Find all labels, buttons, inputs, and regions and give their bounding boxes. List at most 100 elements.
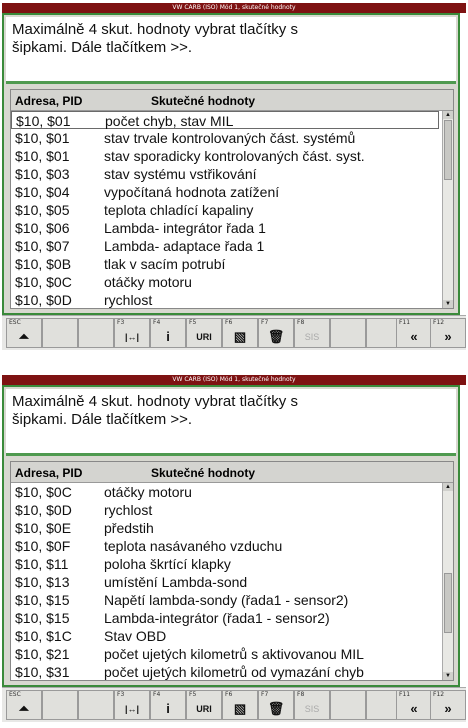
f7-delete-button[interactable]: F7 🗑	[258, 690, 294, 720]
fkey-label: F3	[117, 319, 125, 326]
row-value-name: stav sporadicky kontrolovaných část. sys…	[104, 148, 365, 164]
scroll-thumb[interactable]	[444, 573, 452, 633]
f3-range-button[interactable]: F3 |↔|	[114, 318, 150, 348]
f11-back-button[interactable]: F11 «	[396, 318, 432, 348]
table-row[interactable]: $10, $0B tlak v sacím potrubí	[11, 255, 439, 273]
f7-delete-icon: 🗑	[267, 701, 285, 716]
f4-info-button[interactable]: F4 i	[150, 690, 186, 720]
table-row[interactable]: $10, $0F teplota nasávaného vzduchu	[11, 537, 439, 555]
header-values: Skutečné hodnoty	[151, 466, 256, 480]
f3-range-icon: |↔|	[124, 704, 140, 714]
table-row[interactable]: $10, $07 Lambda- adaptace řada 1	[11, 237, 439, 255]
header-address: Adresa, PID	[15, 94, 83, 108]
f4-info-button[interactable]: F4 i	[150, 318, 186, 348]
header-values: Skutečné hodnoty	[151, 94, 256, 108]
f7-delete-icon: 🗑	[267, 329, 285, 344]
esc-up-button[interactable]: ESC ⏶	[6, 318, 42, 348]
fkey-label: F6	[225, 691, 233, 698]
f8-sis-button[interactable]: F8 SIS	[294, 318, 330, 348]
f12-forward-button[interactable]: F12 »	[430, 690, 466, 720]
table-row[interactable]: $10, $0D rychlost	[11, 291, 439, 308]
blank-3-button[interactable]	[330, 690, 366, 720]
vertical-scrollbar[interactable]: ▲ ▼	[442, 111, 453, 308]
vertical-scrollbar[interactable]: ▲ ▼	[442, 483, 453, 680]
row-address: $10, $0D	[15, 502, 72, 518]
blank-2-button[interactable]	[78, 318, 114, 348]
f3-range-button[interactable]: F3 |↔|	[114, 690, 150, 720]
message-line-2: šipkami. Dále tlačítkem >>.	[12, 39, 193, 56]
row-address: $10, $07	[15, 238, 70, 254]
f3-range-icon: |↔|	[124, 332, 140, 342]
table-row[interactable]: $10, $04 vypočítaná hodnota zatížení	[11, 183, 439, 201]
scroll-down-arrow-icon[interactable]: ▼	[443, 672, 453, 680]
table-row[interactable]: $10, $15 Lambda-integrátor (řada1 - senso…	[11, 609, 439, 627]
fkey-label: F8	[297, 319, 305, 326]
message-line-1: Maximálně 4 skut. hodnoty vybrat tlačítk…	[12, 393, 298, 410]
table-row[interactable]: $10, $11 poloha škrtící klapky	[11, 555, 439, 573]
row-value-name: Stav OBD	[104, 628, 167, 644]
table-row[interactable]: $10, $0C otáčky motoru	[11, 483, 439, 501]
table-row[interactable]: $10, $31 počet ujetých kilometrů od vymaz…	[11, 663, 439, 680]
divider	[6, 453, 456, 456]
f5-uri-button[interactable]: F5 URI	[186, 690, 222, 720]
f6-graph-button[interactable]: F6 ▧	[222, 318, 258, 348]
row-value-name: poloha škrtící klapky	[104, 556, 231, 572]
values-table: Adresa, PID Skutečné hodnoty $10, $0C otá…	[10, 461, 454, 681]
scroll-down-arrow-icon[interactable]: ▼	[443, 300, 453, 308]
table-row[interactable]: $10, $0E předstih	[11, 519, 439, 537]
fkey-label: F8	[297, 691, 305, 698]
f6-graph-icon: ▧	[233, 701, 247, 716]
table-row[interactable]: $10, $01 stav sporadicky kontrolovaných č…	[11, 147, 439, 165]
blank-3-button[interactable]	[330, 318, 366, 348]
f5-uri-button[interactable]: F5 URI	[186, 318, 222, 348]
row-address: $10, $11	[15, 556, 69, 572]
table-row[interactable]: $10, $0D rychlost	[11, 501, 439, 519]
f12-forward-button[interactable]: F12 »	[430, 318, 466, 348]
row-address: $10, $05	[15, 202, 70, 218]
row-address: $10, $01	[15, 148, 70, 164]
table-row[interactable]: $10, $05 teplota chladící kapaliny	[11, 201, 439, 219]
row-address: $10, $0D	[15, 292, 72, 308]
table-row[interactable]: $10, $15 Napětí lambda-sondy (řada1 - sen…	[11, 591, 439, 609]
f7-delete-button[interactable]: F7 🗑	[258, 318, 294, 348]
table-row[interactable]: $10, $03 stav systému vstřikování	[11, 165, 439, 183]
esc-up-button[interactable]: ESC ⏶	[6, 690, 42, 720]
table-row[interactable]: $10, $01 počet chyb, stav MIL	[11, 111, 439, 129]
table-row[interactable]: $10, $0C otáčky motoru	[11, 273, 439, 291]
row-value-name: počet ujetých kilometrů od vymazání chyb	[104, 664, 364, 680]
table-row[interactable]: $10, $21 počet ujetých kilometrů s aktivo…	[11, 645, 439, 663]
table-row[interactable]: $10, $06 Lambda- integrátor řada 1	[11, 219, 439, 237]
table-row[interactable]: $10, $13 umístění Lambda-sond	[11, 573, 439, 591]
row-value-name: stav trvale kontrolovaných část. systémů	[104, 130, 356, 146]
fkey-label: F3	[117, 691, 125, 698]
table-rows: $10, $01 počet chyb, stav MIL $10, $01 stav…	[11, 111, 439, 308]
row-value-name: teplota nasávaného vzduchu	[104, 538, 283, 554]
table-row[interactable]: $10, $01 stav trvale kontrolovaných část.…	[11, 129, 439, 147]
row-value-name: tlak v sacím potrubí	[104, 256, 226, 272]
row-address: $10, $15	[15, 610, 70, 626]
fkey-label: ESC	[9, 319, 21, 326]
fkey-label: F5	[189, 319, 197, 326]
message-line-1: Maximálně 4 skut. hodnoty vybrat tlačítk…	[12, 21, 298, 38]
table-header: Adresa, PID Skutečné hodnoty	[11, 462, 453, 483]
blank-2-button[interactable]	[78, 690, 114, 720]
f8-sis-button[interactable]: F8 SIS	[294, 690, 330, 720]
window-title: VW CARB (ISO) Mód 1, skutečné hodnoty	[2, 375, 466, 385]
table-row[interactable]: $10, $1C Stav OBD	[11, 627, 439, 645]
row-address: $10, $0C	[15, 274, 72, 290]
f8-sis-icon: SIS	[304, 704, 320, 714]
row-address: $10, $04	[15, 184, 70, 200]
scroll-up-arrow-icon[interactable]: ▲	[443, 483, 453, 491]
row-value-name: otáčky motoru	[104, 274, 192, 290]
fkey-label: F5	[189, 691, 197, 698]
esc-up-icon: ⏶	[18, 701, 30, 716]
screen-2: VW CARB (ISO) Mód 1, skutečné hodnoty Ma…	[2, 375, 466, 725]
blank-1-button[interactable]	[42, 318, 78, 348]
f11-back-button[interactable]: F11 «	[396, 690, 432, 720]
scroll-thumb[interactable]	[444, 120, 452, 180]
f6-graph-button[interactable]: F6 ▧	[222, 690, 258, 720]
scroll-up-arrow-icon[interactable]: ▲	[443, 111, 453, 119]
f8-sis-icon: SIS	[304, 332, 320, 342]
row-value-name: otáčky motoru	[104, 484, 192, 500]
blank-1-button[interactable]	[42, 690, 78, 720]
